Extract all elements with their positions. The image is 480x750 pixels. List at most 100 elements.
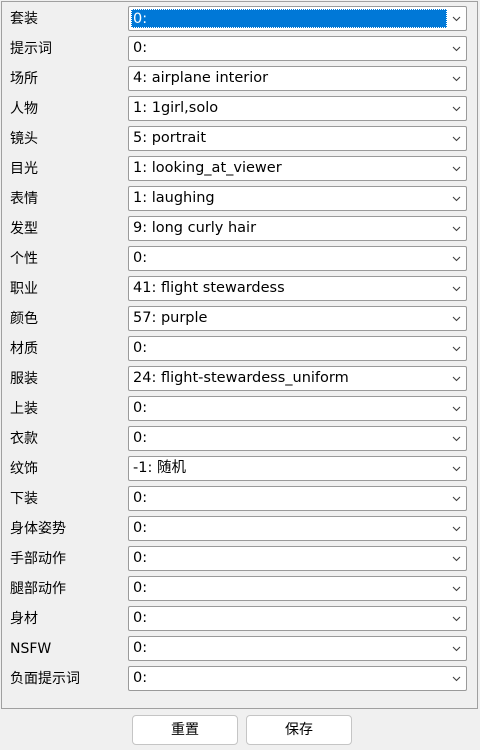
chevron-down-icon bbox=[452, 466, 461, 472]
negative-prompt-select[interactable]: 0: bbox=[128, 666, 467, 691]
field-row-style: 衣款 0: bbox=[2, 424, 477, 454]
field-row-negative-prompt: 负面提示词 0: bbox=[2, 664, 477, 694]
field-row-color: 颜色 57: purple bbox=[2, 304, 477, 334]
field-label: 个性 bbox=[10, 251, 38, 267]
field-row-prompt: 提示词 0: bbox=[2, 34, 477, 64]
chevron-down-icon bbox=[452, 76, 461, 82]
field-label: 场所 bbox=[10, 71, 38, 87]
chevron-down-icon bbox=[452, 616, 461, 622]
field-label: 上装 bbox=[10, 401, 38, 417]
character-select[interactable]: 1: 1girl,solo bbox=[128, 96, 467, 121]
select-value: 1: 1girl,solo bbox=[133, 100, 219, 116]
color-select[interactable]: 57: purple bbox=[128, 306, 467, 331]
hand-action-select[interactable]: 0: bbox=[128, 546, 467, 571]
prompt-select[interactable]: 0: bbox=[128, 36, 467, 61]
chevron-down-icon bbox=[452, 676, 461, 682]
field-label: 提示词 bbox=[10, 41, 52, 57]
field-label: 负面提示词 bbox=[10, 671, 80, 687]
chevron-down-icon bbox=[452, 256, 461, 262]
chevron-down-icon bbox=[452, 136, 461, 142]
save-button[interactable]: 保存 bbox=[246, 715, 352, 745]
settings-panel: 套装 0: 提示词 0: 场所 4: airplane interior 人物 … bbox=[1, 1, 478, 709]
chevron-down-icon bbox=[452, 346, 461, 352]
field-label: 职业 bbox=[10, 281, 38, 297]
field-label: NSFW bbox=[10, 641, 52, 657]
camera-select[interactable]: 5: portrait bbox=[128, 126, 467, 151]
select-value: 0: bbox=[133, 550, 148, 566]
chevron-down-icon bbox=[452, 526, 461, 532]
leg-action-select[interactable]: 0: bbox=[128, 576, 467, 601]
chevron-down-icon bbox=[452, 496, 461, 502]
bottom-select[interactable]: 0: bbox=[128, 486, 467, 511]
select-value: 1: looking_at_viewer bbox=[133, 160, 282, 176]
field-row-personality: 个性 0: bbox=[2, 244, 477, 274]
form-rows: 套装 0: 提示词 0: 场所 4: airplane interior 人物 … bbox=[2, 4, 477, 694]
field-label: 发型 bbox=[10, 221, 38, 237]
field-label: 材质 bbox=[10, 341, 38, 357]
body-pose-select[interactable]: 0: bbox=[128, 516, 467, 541]
select-value: 1: laughing bbox=[133, 190, 215, 206]
field-label: 腿部动作 bbox=[10, 581, 66, 597]
chevron-down-icon bbox=[452, 166, 461, 172]
field-label: 衣款 bbox=[10, 431, 38, 447]
select-value: 0: bbox=[131, 9, 447, 28]
field-row-bottom: 下装 0: bbox=[2, 484, 477, 514]
field-label: 表情 bbox=[10, 191, 38, 207]
select-value: 0: bbox=[133, 250, 148, 266]
field-row-hand-action: 手部动作 0: bbox=[2, 544, 477, 574]
clothing-select[interactable]: 24: flight-stewardess_uniform bbox=[128, 366, 467, 391]
field-row-gaze: 目光 1: looking_at_viewer bbox=[2, 154, 477, 184]
nsfw-select[interactable]: 0: bbox=[128, 636, 467, 661]
top-select[interactable]: 0: bbox=[128, 396, 467, 421]
field-label: 纹饰 bbox=[10, 461, 38, 477]
field-row-camera: 镜头 5: portrait bbox=[2, 124, 477, 154]
chevron-down-icon bbox=[452, 376, 461, 382]
select-value: 0: bbox=[133, 670, 148, 686]
select-value: 9: long curly hair bbox=[133, 220, 257, 236]
select-value: 24: flight-stewardess_uniform bbox=[133, 370, 349, 386]
chevron-down-icon bbox=[452, 106, 461, 112]
chevron-down-icon bbox=[452, 646, 461, 652]
chevron-down-icon bbox=[452, 46, 461, 52]
select-value: 57: purple bbox=[133, 310, 208, 326]
select-value: 0: bbox=[133, 520, 148, 536]
chevron-down-icon bbox=[452, 226, 461, 232]
field-row-material: 材质 0: bbox=[2, 334, 477, 364]
chevron-down-icon bbox=[452, 556, 461, 562]
field-row-character: 人物 1: 1girl,solo bbox=[2, 94, 477, 124]
field-label: 身体姿势 bbox=[10, 521, 66, 537]
reset-button[interactable]: 重置 bbox=[132, 715, 238, 745]
select-value: 41: flight stewardess bbox=[133, 280, 285, 296]
pattern-select[interactable]: -1: 随机 bbox=[128, 456, 467, 481]
field-row-leg-action: 腿部动作 0: bbox=[2, 574, 477, 604]
select-value: 5: portrait bbox=[133, 130, 207, 146]
suit-select[interactable]: 0: bbox=[128, 6, 467, 31]
field-label: 颜色 bbox=[10, 311, 38, 327]
figure-select[interactable]: 0: bbox=[128, 606, 467, 631]
personality-select[interactable]: 0: bbox=[128, 246, 467, 271]
material-select[interactable]: 0: bbox=[128, 336, 467, 361]
chevron-down-icon bbox=[452, 586, 461, 592]
hairstyle-select[interactable]: 9: long curly hair bbox=[128, 216, 467, 241]
style-select[interactable]: 0: bbox=[128, 426, 467, 451]
field-row-expression: 表情 1: laughing bbox=[2, 184, 477, 214]
field-row-nsfw: NSFW 0: bbox=[2, 634, 477, 664]
gaze-select[interactable]: 1: looking_at_viewer bbox=[128, 156, 467, 181]
chevron-down-icon bbox=[452, 316, 461, 322]
field-row-body-pose: 身体姿势 0: bbox=[2, 514, 477, 544]
expression-select[interactable]: 1: laughing bbox=[128, 186, 467, 211]
select-value: 0: bbox=[133, 400, 148, 416]
location-select[interactable]: 4: airplane interior bbox=[128, 66, 467, 91]
select-value: 0: bbox=[133, 430, 148, 446]
chevron-down-icon bbox=[452, 286, 461, 292]
occupation-select[interactable]: 41: flight stewardess bbox=[128, 276, 467, 301]
field-row-top: 上装 0: bbox=[2, 394, 477, 424]
select-value: 0: bbox=[133, 580, 148, 596]
field-label: 人物 bbox=[10, 101, 38, 117]
button-bar: 重置 保存 bbox=[0, 712, 480, 750]
select-value: 0: bbox=[133, 610, 148, 626]
field-row-hairstyle: 发型 9: long curly hair bbox=[2, 214, 477, 244]
select-value: 0: bbox=[133, 640, 148, 656]
field-row-figure: 身材 0: bbox=[2, 604, 477, 634]
select-value: -1: 随机 bbox=[133, 460, 186, 476]
